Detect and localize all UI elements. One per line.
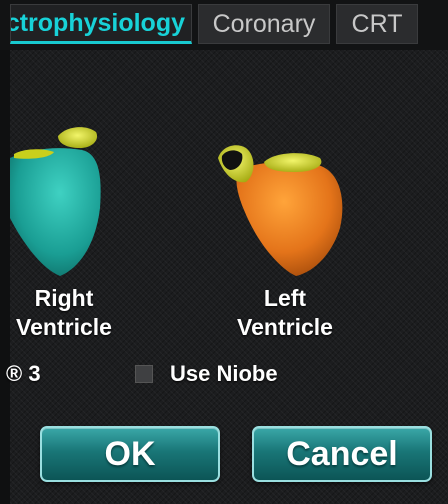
right-ventricle-label: Right Ventricle	[0, 284, 128, 342]
tab-electrophysiology[interactable]: ctrophysiology	[10, 4, 192, 44]
tab-bar: ctrophysiology Coronary CRT	[0, 0, 448, 50]
tab-crt[interactable]: CRT	[336, 4, 418, 44]
right-ventricle-model[interactable]	[10, 118, 110, 283]
right-ventricle-label-line1: Right	[34, 285, 94, 311]
tab-coronary[interactable]: Coronary	[198, 4, 330, 44]
cancel-button[interactable]: Cancel	[252, 426, 432, 482]
use-niobe-checkbox[interactable]	[135, 365, 153, 383]
use-niobe-label[interactable]: Use Niobe	[170, 361, 278, 387]
left-ventricle-model[interactable]	[216, 140, 351, 280]
ok-button[interactable]: OK	[40, 426, 220, 482]
left-ventricle-label: Left Ventricle	[215, 284, 355, 342]
partial-option-label: ® 3	[6, 361, 41, 386]
left-edge	[0, 0, 10, 504]
left-ventricle-label-line2: Ventricle	[237, 314, 333, 340]
right-ventricle-label-line2: Ventricle	[16, 314, 112, 340]
left-ventricle-label-line1: Left	[263, 285, 307, 311]
